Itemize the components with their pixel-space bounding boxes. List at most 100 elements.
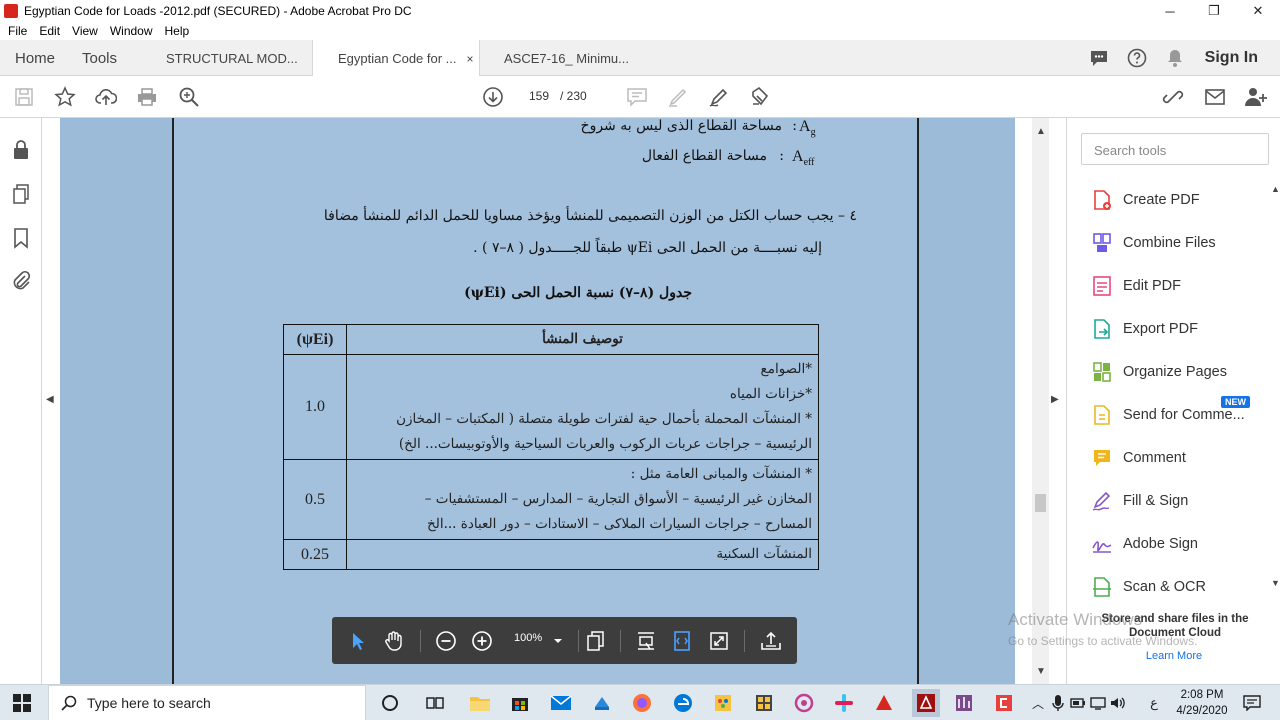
upload-cloud-icon[interactable] — [94, 85, 118, 109]
microsoft-store-icon[interactable] — [508, 691, 532, 715]
action-center-icon[interactable] — [1240, 691, 1264, 715]
tab-close-icon[interactable]: × — [467, 52, 474, 66]
tab-tools[interactable]: Tools — [82, 40, 117, 76]
acrobat-reader-icon[interactable] — [872, 691, 896, 715]
expand-right-pane-icon[interactable]: ▶ — [1051, 394, 1059, 405]
full-screen-icon[interactable] — [707, 629, 731, 653]
tool-combine-files[interactable]: Combine Files — [1091, 229, 1216, 257]
tool-organize-pages[interactable]: Organize Pages — [1091, 358, 1227, 386]
zoom-level-dropdown[interactable]: 100% — [514, 632, 542, 644]
tab-egyptian-code[interactable]: Egyptian Code for ... × — [312, 40, 480, 77]
document-viewer[interactable]: ◀ ▶ Ag : مساحة القطاع الذى ليس به شروخ A… — [42, 118, 1059, 684]
menu-window[interactable]: Window — [110, 24, 153, 38]
share-upload-icon[interactable] — [759, 629, 783, 653]
calculator-grid-icon[interactable] — [752, 691, 776, 715]
minimize-button[interactable]: ─ — [1148, 0, 1192, 22]
aeff-symbol: Aeff — [792, 148, 815, 169]
share-link-icon[interactable] — [1161, 85, 1185, 109]
bookmarks-icon[interactable] — [9, 226, 33, 250]
select-cursor-icon[interactable] — [346, 629, 370, 653]
comment-tool-icon[interactable] — [625, 85, 649, 109]
edge-browser-icon[interactable] — [671, 691, 695, 715]
scroll-up-icon[interactable]: ▲ — [1036, 126, 1046, 137]
menu-edit[interactable]: Edit — [39, 24, 60, 38]
row-3-value: 0.25 — [283, 539, 347, 570]
tools-scroll-down-icon[interactable]: ▼ — [1271, 578, 1280, 588]
fill-sign-tool-icon[interactable] — [707, 85, 731, 109]
bookmark-star-icon[interactable] — [53, 85, 77, 109]
acrobat-pro-icon[interactable] — [912, 689, 940, 717]
highlight-pen-icon[interactable] — [666, 85, 690, 109]
print-icon[interactable] — [135, 85, 159, 109]
paint-app-icon[interactable] — [711, 691, 735, 715]
tab-structural[interactable]: STRUCTURAL MOD... — [166, 40, 298, 76]
row-2-value: 0.5 — [283, 459, 347, 540]
network-app-icon[interactable] — [590, 691, 614, 715]
app-swirl-icon[interactable] — [792, 691, 816, 715]
maximize-button[interactable]: ❐ — [1192, 0, 1236, 22]
search-zoom-icon[interactable] — [177, 85, 201, 109]
tool-scan-ocr[interactable]: Scan & OCR — [1091, 573, 1206, 601]
separator — [420, 630, 421, 652]
mail-app-icon[interactable] — [549, 691, 573, 715]
volume-icon[interactable] — [1106, 691, 1130, 715]
page-number-input[interactable]: 159 — [522, 85, 556, 107]
tool-comment[interactable]: Comment — [1091, 444, 1186, 472]
add-user-icon[interactable] — [1244, 85, 1268, 109]
page-view-icon[interactable] — [584, 629, 608, 653]
row-1-description: *الصوامع *خزانات المياه * المنشآت المحمل… — [346, 354, 819, 460]
firefox-icon[interactable] — [630, 691, 654, 715]
tab-home[interactable]: Home — [15, 40, 55, 76]
activate-windows-subtext: Go to Settings to activate Windows. — [1008, 634, 1198, 648]
collapse-left-pane-icon[interactable]: ◀ — [46, 394, 54, 405]
cortana-circle-icon[interactable] — [378, 691, 402, 715]
menu-help[interactable]: Help — [165, 24, 190, 38]
tab-asce[interactable]: ASCE7-16_ Minimu... — [504, 40, 629, 76]
scroll-down-icon[interactable]: ▼ — [1036, 666, 1046, 677]
document-scrollbar[interactable]: ▲ ▼ — [1032, 118, 1049, 684]
save-icon[interactable] — [12, 85, 36, 109]
aeff-definition: مساحة القطاع الفعال — [641, 148, 767, 164]
tools-pane-scrollbar[interactable]: ▲ ▼ — [1269, 184, 1280, 592]
chat-icon[interactable] — [1087, 46, 1111, 70]
tool-fill-sign[interactable]: Fill & Sign — [1091, 487, 1188, 515]
notification-bell-icon[interactable] — [1163, 46, 1187, 70]
zoom-dropdown-chevron-icon[interactable] — [546, 629, 570, 653]
tab-tools-label: Tools — [82, 49, 118, 67]
zoom-in-icon[interactable] — [470, 629, 494, 653]
scrollbar-thumb[interactable] — [1035, 494, 1046, 512]
comment-icon — [1091, 447, 1113, 469]
csi-app-icon[interactable] — [992, 691, 1016, 715]
tool-export-pdf[interactable]: Export PDF — [1091, 315, 1198, 343]
attachments-paperclip-icon[interactable] — [9, 268, 33, 292]
redact-tool-icon[interactable] — [748, 85, 772, 109]
tool-adobe-sign[interactable]: Adobe Sign — [1091, 530, 1198, 558]
system-clock[interactable]: 2:08 PM 4/29/2020 — [1170, 687, 1234, 719]
slack-icon[interactable] — [832, 691, 856, 715]
page-thumbnails-icon[interactable] — [9, 182, 33, 206]
fit-page-icon[interactable] — [670, 629, 694, 653]
hand-pan-icon[interactable] — [382, 629, 406, 653]
file-explorer-icon[interactable] — [468, 691, 492, 715]
email-icon[interactable] — [1203, 85, 1227, 109]
sign-in-button[interactable]: Sign In — [1205, 49, 1258, 67]
tool-create-pdf[interactable]: Create PDF — [1091, 186, 1200, 214]
task-view-icon[interactable] — [423, 691, 447, 715]
input-language-indicator[interactable]: ع — [1142, 691, 1166, 715]
windows-start-icon[interactable] — [10, 691, 34, 715]
row-3-line-1: المنشآت السكنية — [716, 546, 812, 562]
search-tools-input[interactable]: Search tools — [1081, 133, 1269, 165]
tool-edit-pdf[interactable]: Edit PDF — [1091, 272, 1181, 300]
tools-scroll-up-icon[interactable]: ▲ — [1271, 184, 1280, 194]
lock-icon[interactable] — [9, 138, 33, 162]
close-window-button[interactable]: ✕ — [1236, 0, 1280, 22]
learn-more-link[interactable]: Learn More — [1067, 650, 1280, 662]
page-down-icon[interactable] — [481, 85, 505, 109]
scroll-mode-icon[interactable] — [634, 629, 658, 653]
etabs-icon[interactable] — [952, 691, 976, 715]
menu-file[interactable]: File — [8, 24, 27, 38]
taskbar-search-box[interactable]: Type here to search — [48, 685, 366, 720]
menu-view[interactable]: View — [72, 24, 98, 38]
help-icon[interactable] — [1125, 46, 1149, 70]
zoom-out-icon[interactable] — [434, 629, 458, 653]
